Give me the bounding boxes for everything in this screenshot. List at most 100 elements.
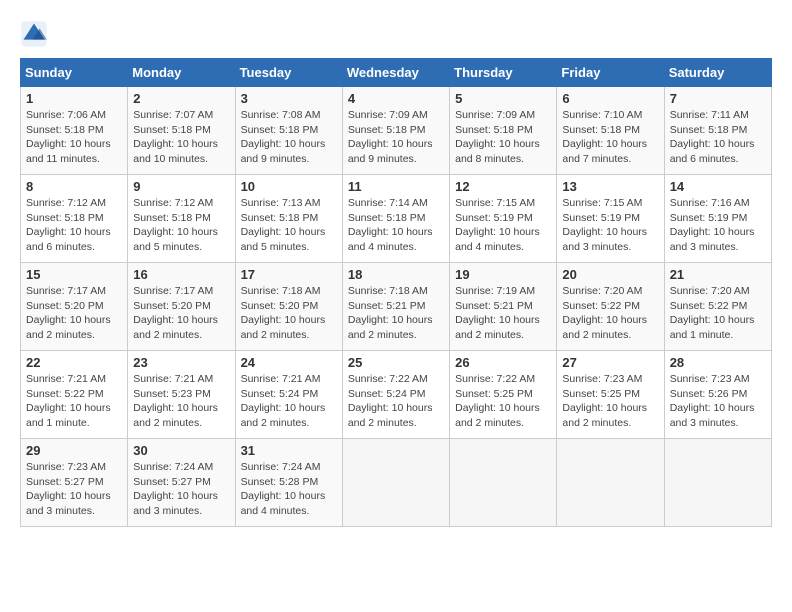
day-info: Sunrise: 7:17 AM Sunset: 5:20 PM Dayligh… <box>26 284 122 343</box>
day-number: 26 <box>455 355 551 370</box>
day-info: Sunrise: 7:23 AM Sunset: 5:27 PM Dayligh… <box>26 460 122 519</box>
week-row-2: 8 Sunrise: 7:12 AM Sunset: 5:18 PM Dayli… <box>21 175 772 263</box>
day-number: 13 <box>562 179 658 194</box>
day-info: Sunrise: 7:12 AM Sunset: 5:18 PM Dayligh… <box>26 196 122 255</box>
day-info: Sunrise: 7:13 AM Sunset: 5:18 PM Dayligh… <box>241 196 337 255</box>
calendar-cell: 2 Sunrise: 7:07 AM Sunset: 5:18 PM Dayli… <box>128 87 235 175</box>
day-info: Sunrise: 7:21 AM Sunset: 5:24 PM Dayligh… <box>241 372 337 431</box>
day-info: Sunrise: 7:21 AM Sunset: 5:22 PM Dayligh… <box>26 372 122 431</box>
calendar-cell: 22 Sunrise: 7:21 AM Sunset: 5:22 PM Dayl… <box>21 351 128 439</box>
day-info: Sunrise: 7:24 AM Sunset: 5:28 PM Dayligh… <box>241 460 337 519</box>
day-number: 5 <box>455 91 551 106</box>
calendar-cell: 11 Sunrise: 7:14 AM Sunset: 5:18 PM Dayl… <box>342 175 449 263</box>
calendar-cell: 15 Sunrise: 7:17 AM Sunset: 5:20 PM Dayl… <box>21 263 128 351</box>
day-info: Sunrise: 7:19 AM Sunset: 5:21 PM Dayligh… <box>455 284 551 343</box>
day-of-week-saturday: Saturday <box>664 59 771 87</box>
day-number: 16 <box>133 267 229 282</box>
day-number: 10 <box>241 179 337 194</box>
day-number: 19 <box>455 267 551 282</box>
day-number: 15 <box>26 267 122 282</box>
week-row-3: 15 Sunrise: 7:17 AM Sunset: 5:20 PM Dayl… <box>21 263 772 351</box>
day-info: Sunrise: 7:22 AM Sunset: 5:24 PM Dayligh… <box>348 372 444 431</box>
day-info: Sunrise: 7:22 AM Sunset: 5:25 PM Dayligh… <box>455 372 551 431</box>
calendar-cell: 4 Sunrise: 7:09 AM Sunset: 5:18 PM Dayli… <box>342 87 449 175</box>
day-info: Sunrise: 7:12 AM Sunset: 5:18 PM Dayligh… <box>133 196 229 255</box>
day-info: Sunrise: 7:18 AM Sunset: 5:20 PM Dayligh… <box>241 284 337 343</box>
calendar-cell: 26 Sunrise: 7:22 AM Sunset: 5:25 PM Dayl… <box>450 351 557 439</box>
day-of-week-thursday: Thursday <box>450 59 557 87</box>
day-info: Sunrise: 7:18 AM Sunset: 5:21 PM Dayligh… <box>348 284 444 343</box>
day-number: 30 <box>133 443 229 458</box>
logo-icon <box>20 20 48 48</box>
calendar-cell: 13 Sunrise: 7:15 AM Sunset: 5:19 PM Dayl… <box>557 175 664 263</box>
calendar-cell: 9 Sunrise: 7:12 AM Sunset: 5:18 PM Dayli… <box>128 175 235 263</box>
day-number: 7 <box>670 91 766 106</box>
day-info: Sunrise: 7:16 AM Sunset: 5:19 PM Dayligh… <box>670 196 766 255</box>
calendar-cell: 17 Sunrise: 7:18 AM Sunset: 5:20 PM Dayl… <box>235 263 342 351</box>
calendar-cell: 12 Sunrise: 7:15 AM Sunset: 5:19 PM Dayl… <box>450 175 557 263</box>
calendar-table: SundayMondayTuesdayWednesdayThursdayFrid… <box>20 58 772 527</box>
day-number: 23 <box>133 355 229 370</box>
day-number: 20 <box>562 267 658 282</box>
day-number: 1 <box>26 91 122 106</box>
day-of-week-monday: Monday <box>128 59 235 87</box>
day-info: Sunrise: 7:09 AM Sunset: 5:18 PM Dayligh… <box>455 108 551 167</box>
day-info: Sunrise: 7:17 AM Sunset: 5:20 PM Dayligh… <box>133 284 229 343</box>
day-number: 3 <box>241 91 337 106</box>
calendar-cell: 16 Sunrise: 7:17 AM Sunset: 5:20 PM Dayl… <box>128 263 235 351</box>
day-number: 2 <box>133 91 229 106</box>
calendar-cell <box>342 439 449 527</box>
week-row-1: 1 Sunrise: 7:06 AM Sunset: 5:18 PM Dayli… <box>21 87 772 175</box>
calendar-cell: 23 Sunrise: 7:21 AM Sunset: 5:23 PM Dayl… <box>128 351 235 439</box>
calendar-cell: 21 Sunrise: 7:20 AM Sunset: 5:22 PM Dayl… <box>664 263 771 351</box>
calendar-cell: 8 Sunrise: 7:12 AM Sunset: 5:18 PM Dayli… <box>21 175 128 263</box>
day-number: 21 <box>670 267 766 282</box>
day-number: 8 <box>26 179 122 194</box>
day-info: Sunrise: 7:14 AM Sunset: 5:18 PM Dayligh… <box>348 196 444 255</box>
calendar-cell: 6 Sunrise: 7:10 AM Sunset: 5:18 PM Dayli… <box>557 87 664 175</box>
day-number: 22 <box>26 355 122 370</box>
calendar-cell: 19 Sunrise: 7:19 AM Sunset: 5:21 PM Dayl… <box>450 263 557 351</box>
calendar-cell <box>450 439 557 527</box>
day-info: Sunrise: 7:08 AM Sunset: 5:18 PM Dayligh… <box>241 108 337 167</box>
calendar-cell: 1 Sunrise: 7:06 AM Sunset: 5:18 PM Dayli… <box>21 87 128 175</box>
day-number: 6 <box>562 91 658 106</box>
day-number: 28 <box>670 355 766 370</box>
calendar-cell: 10 Sunrise: 7:13 AM Sunset: 5:18 PM Dayl… <box>235 175 342 263</box>
calendar-cell: 5 Sunrise: 7:09 AM Sunset: 5:18 PM Dayli… <box>450 87 557 175</box>
day-of-week-sunday: Sunday <box>21 59 128 87</box>
day-number: 29 <box>26 443 122 458</box>
day-info: Sunrise: 7:10 AM Sunset: 5:18 PM Dayligh… <box>562 108 658 167</box>
day-info: Sunrise: 7:07 AM Sunset: 5:18 PM Dayligh… <box>133 108 229 167</box>
day-info: Sunrise: 7:20 AM Sunset: 5:22 PM Dayligh… <box>670 284 766 343</box>
calendar-cell <box>664 439 771 527</box>
day-info: Sunrise: 7:15 AM Sunset: 5:19 PM Dayligh… <box>562 196 658 255</box>
day-info: Sunrise: 7:23 AM Sunset: 5:26 PM Dayligh… <box>670 372 766 431</box>
day-info: Sunrise: 7:21 AM Sunset: 5:23 PM Dayligh… <box>133 372 229 431</box>
calendar-cell: 28 Sunrise: 7:23 AM Sunset: 5:26 PM Dayl… <box>664 351 771 439</box>
calendar-cell <box>557 439 664 527</box>
day-info: Sunrise: 7:24 AM Sunset: 5:27 PM Dayligh… <box>133 460 229 519</box>
calendar-cell: 25 Sunrise: 7:22 AM Sunset: 5:24 PM Dayl… <box>342 351 449 439</box>
day-number: 31 <box>241 443 337 458</box>
day-of-week-wednesday: Wednesday <box>342 59 449 87</box>
day-info: Sunrise: 7:09 AM Sunset: 5:18 PM Dayligh… <box>348 108 444 167</box>
day-of-week-friday: Friday <box>557 59 664 87</box>
day-number: 12 <box>455 179 551 194</box>
calendar-cell: 29 Sunrise: 7:23 AM Sunset: 5:27 PM Dayl… <box>21 439 128 527</box>
day-number: 4 <box>348 91 444 106</box>
day-info: Sunrise: 7:15 AM Sunset: 5:19 PM Dayligh… <box>455 196 551 255</box>
calendar-cell: 20 Sunrise: 7:20 AM Sunset: 5:22 PM Dayl… <box>557 263 664 351</box>
calendar-cell: 14 Sunrise: 7:16 AM Sunset: 5:19 PM Dayl… <box>664 175 771 263</box>
calendar-cell: 7 Sunrise: 7:11 AM Sunset: 5:18 PM Dayli… <box>664 87 771 175</box>
day-number: 9 <box>133 179 229 194</box>
week-row-5: 29 Sunrise: 7:23 AM Sunset: 5:27 PM Dayl… <box>21 439 772 527</box>
day-number: 17 <box>241 267 337 282</box>
calendar-cell: 18 Sunrise: 7:18 AM Sunset: 5:21 PM Dayl… <box>342 263 449 351</box>
logo <box>20 20 52 48</box>
page-header <box>20 20 772 48</box>
calendar-cell: 3 Sunrise: 7:08 AM Sunset: 5:18 PM Dayli… <box>235 87 342 175</box>
day-number: 25 <box>348 355 444 370</box>
calendar-cell: 30 Sunrise: 7:24 AM Sunset: 5:27 PM Dayl… <box>128 439 235 527</box>
week-row-4: 22 Sunrise: 7:21 AM Sunset: 5:22 PM Dayl… <box>21 351 772 439</box>
